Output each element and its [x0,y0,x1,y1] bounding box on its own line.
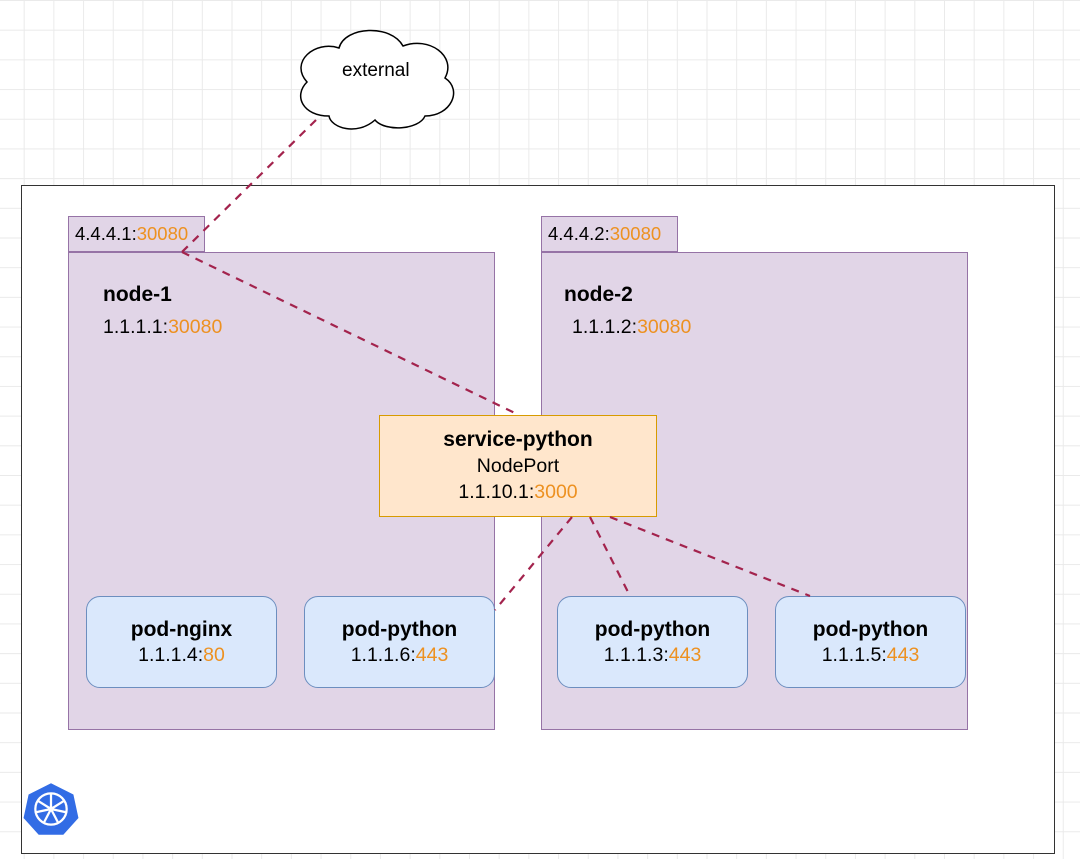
service-port-text: 3000 [534,481,577,503]
node-2-port-text: 30080 [637,316,691,338]
pod-python-3: pod-python 1.1.1.5:443 [775,596,966,688]
pod-python-1-name: pod-python [342,618,457,642]
node-1-port-text: 30080 [168,316,222,338]
node-2-external-tab: 4.4.4.2:30080 [541,216,678,252]
service-name: service-python [443,428,592,452]
pod-python-1: pod-python 1.1.1.6:443 [304,596,495,688]
node-2-external-port: 30080 [610,223,661,245]
service-ip-text: 1.1.10.1: [458,481,534,503]
node-1-external-tab: 4.4.4.1:30080 [68,216,205,252]
node-2-external-ip: 4.4.4.2: [548,223,610,245]
node-1-internal-ip: 1.1.1.1:30080 [103,316,222,339]
node-2-title: node-2 [564,283,633,307]
pod-python-3-port: 443 [887,644,920,666]
pod-nginx-port: 80 [203,644,225,666]
node-1-title: node-1 [103,283,172,307]
kubernetes-logo-icon [23,781,79,837]
pod-python-2: pod-python 1.1.1.3:443 [557,596,748,688]
pod-python-3-ip: 1.1.1.5:443 [822,644,920,667]
pod-python-3-name: pod-python [813,618,928,642]
node-1-external-port: 30080 [137,223,188,245]
pod-python-2-name: pod-python [595,618,710,642]
pod-python-1-ip-text: 1.1.1.6: [351,644,416,666]
service-type: NodePort [477,455,559,478]
node-2-ip-text: 1.1.1.2: [572,316,637,338]
pod-nginx-ip: 1.1.1.4:80 [138,644,225,667]
service-ip: 1.1.10.1:3000 [458,481,577,504]
pod-nginx-name: pod-nginx [131,618,232,642]
node-1-external-ip: 4.4.4.1: [75,223,137,245]
external-label: external [342,60,410,82]
pod-python-3-ip-text: 1.1.1.5: [822,644,887,666]
pod-nginx: pod-nginx 1.1.1.4:80 [86,596,277,688]
pod-python-1-port: 443 [416,644,449,666]
node-1-ip-text: 1.1.1.1: [103,316,168,338]
pod-python-2-ip: 1.1.1.3:443 [604,644,702,667]
pod-python-1-ip: 1.1.1.6:443 [351,644,449,667]
node-2-internal-ip: 1.1.1.2:30080 [572,316,691,339]
service-box: service-python NodePort 1.1.10.1:3000 [379,415,657,517]
pod-nginx-ip-text: 1.1.1.4: [138,644,203,666]
pod-python-2-ip-text: 1.1.1.3: [604,644,669,666]
diagram-canvas: node-1 1.1.1.1:30080 4.4.4.1:30080 node-… [0,0,1080,859]
pod-python-2-port: 443 [669,644,702,666]
